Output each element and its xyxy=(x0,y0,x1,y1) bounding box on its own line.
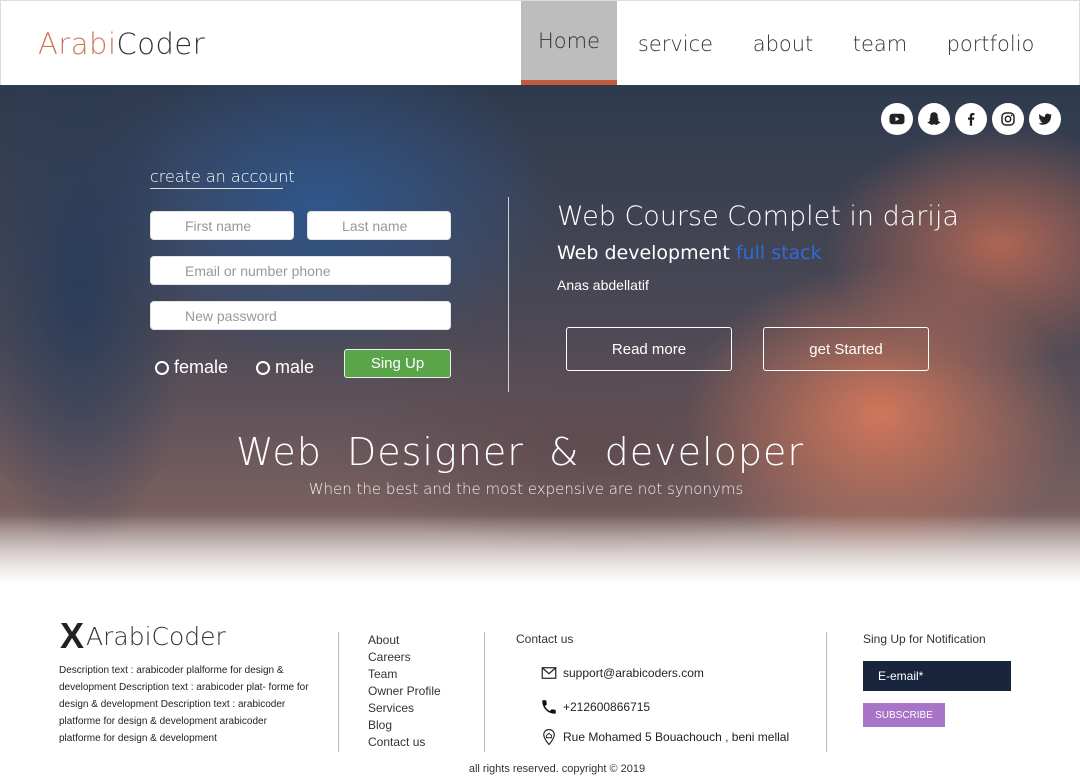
phone-icon xyxy=(542,700,556,714)
mail-icon xyxy=(541,667,557,679)
radio-circle[interactable] xyxy=(256,360,270,375)
title-underline xyxy=(150,188,283,189)
contact-email[interactable]: support@arabicoders.com xyxy=(540,664,704,682)
footer-link-careers[interactable]: Careers xyxy=(368,649,441,666)
hero-divider xyxy=(508,197,509,392)
footer-link-owner-profile[interactable]: Owner Profile xyxy=(368,683,441,700)
nav-about[interactable]: about xyxy=(734,1,832,86)
footer-link-about[interactable]: About xyxy=(368,632,441,649)
female-label: female xyxy=(174,357,229,377)
contact-email-text: support@arabicoders.com xyxy=(563,666,704,680)
footer-links: About Careers Team Owner Profile Service… xyxy=(368,632,441,751)
email-input[interactable]: Email or number phone xyxy=(150,256,451,285)
contact-title: Contact us xyxy=(516,632,574,646)
footer-link-services[interactable]: Services xyxy=(368,700,441,717)
gender-female-radio[interactable]: female xyxy=(155,357,228,378)
footer-divider xyxy=(826,632,827,752)
contact-phone[interactable]: +212600866715 xyxy=(540,698,650,716)
last-name-input[interactable]: Last name xyxy=(307,211,451,240)
signup-button[interactable]: Sing Up xyxy=(344,349,451,378)
footer-link-contact[interactable]: Contact us xyxy=(368,734,441,751)
contact-address: Rue Mohamed 5 Bouachouch , beni mellal xyxy=(540,728,789,746)
male-label: male xyxy=(275,357,315,377)
brand-logo-part2: Coder xyxy=(116,27,206,61)
create-account-title: create an account xyxy=(150,167,295,186)
password-input[interactable]: New password xyxy=(150,301,451,330)
course-highlight: full stack xyxy=(735,242,822,264)
facebook-icon[interactable] xyxy=(955,103,987,135)
radio-circle[interactable] xyxy=(155,360,169,375)
location-icon xyxy=(543,728,555,746)
subscribe-button[interactable]: SUBSCRIBE xyxy=(863,703,945,727)
brand-logo[interactable]: ArabiCoder xyxy=(38,27,205,61)
contact-address-text: Rue Mohamed 5 Bouachouch , beni mellal xyxy=(563,730,790,744)
nav-portfolio[interactable]: portfolio xyxy=(928,1,1053,86)
youtube-icon[interactable] xyxy=(881,103,913,135)
footer-logo[interactable]: X ArabiCoder xyxy=(60,615,226,656)
nav-team[interactable]: team xyxy=(832,1,928,86)
notification-email-input[interactable]: E-email* xyxy=(863,661,1011,691)
copyright: all rights reserved. copyright © 2019 xyxy=(468,763,646,775)
brand-logo-part1: Arabi xyxy=(38,27,117,61)
footer-divider xyxy=(338,632,339,752)
first-name-input[interactable]: First name xyxy=(150,211,294,240)
course-subtitle-text: Web development xyxy=(557,242,730,264)
hero-headline: Web Designer & developer xyxy=(236,430,804,474)
read-more-button[interactable]: Read more xyxy=(566,327,732,371)
hero-section: create an account First name Last name E… xyxy=(0,85,1080,585)
contact-phone-text: +212600866715 xyxy=(563,700,651,714)
footer-logo-mark: X xyxy=(60,615,85,656)
nav-home[interactable]: Home xyxy=(521,1,617,86)
nav-service[interactable]: service xyxy=(617,1,734,86)
hero-tagline: When the best and the most expensive are… xyxy=(308,480,744,498)
main-nav: Home service about team portfolio xyxy=(521,1,1053,86)
course-title: Web Course Complet in darija xyxy=(557,201,959,232)
social-links xyxy=(881,103,1061,135)
get-started-button[interactable]: get Started xyxy=(763,327,929,371)
footer-link-team[interactable]: Team xyxy=(368,666,441,683)
twitter-icon[interactable] xyxy=(1029,103,1061,135)
notification-title: Sing Up for Notification xyxy=(863,632,986,646)
course-author: Anas abdellatif xyxy=(557,277,649,293)
snapchat-icon[interactable] xyxy=(918,103,950,135)
hero-fade xyxy=(0,515,1080,585)
gender-male-radio[interactable]: male xyxy=(256,357,314,378)
footer-divider xyxy=(484,632,485,752)
footer-description: Description text : arabicoder plalforme … xyxy=(59,665,309,744)
instagram-icon[interactable] xyxy=(992,103,1024,135)
footer-link-blog[interactable]: Blog xyxy=(368,717,441,734)
footer-logo-text: ArabiCoder xyxy=(86,621,226,651)
course-subtitle: Web development full stack xyxy=(557,242,822,264)
header: ArabiCoder Home service about team portf… xyxy=(0,0,1080,86)
